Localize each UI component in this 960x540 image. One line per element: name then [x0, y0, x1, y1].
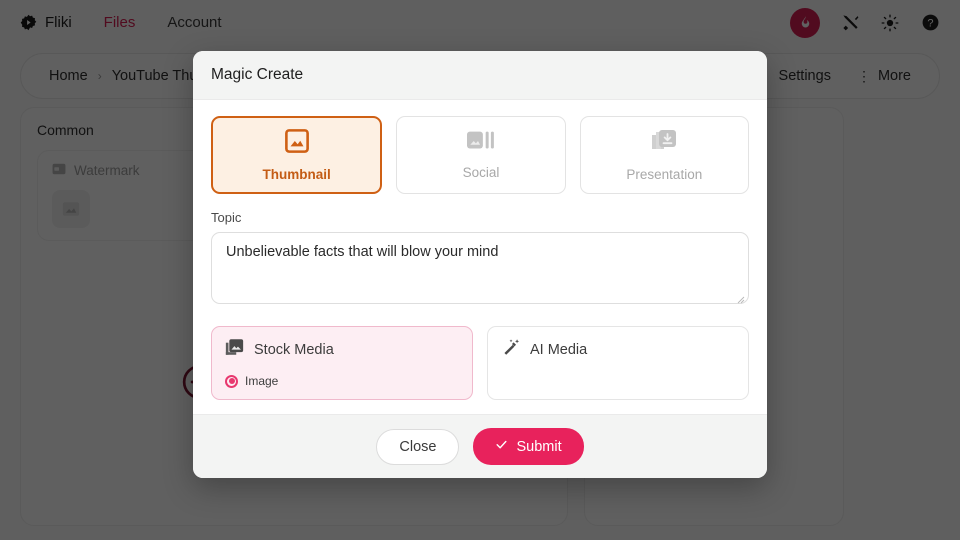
dialog-body: Thumbnail Social Presentation Topic Unbe… — [193, 100, 767, 414]
close-button[interactable]: Close — [376, 428, 460, 465]
carousel-icon — [466, 130, 495, 157]
type-option-thumbnail-label: Thumbnail — [262, 167, 331, 182]
dialog-footer: Close Submit — [193, 414, 767, 478]
topic-value: Unbelievable facts that will blow your m… — [226, 244, 499, 260]
media-option-stock-label: Stock Media — [254, 341, 334, 358]
media-option-stock[interactable]: Stock Media Image — [211, 326, 473, 400]
slides-download-icon — [650, 128, 678, 159]
topic-input[interactable]: Unbelievable facts that will blow your m… — [211, 232, 749, 304]
radio-icon — [225, 374, 238, 388]
type-option-presentation-label: Presentation — [626, 167, 703, 182]
type-option-social-label: Social — [462, 165, 500, 180]
media-source-selector: Stock Media Image AI Media — [211, 326, 749, 400]
stock-image-radio[interactable]: Image — [225, 374, 459, 388]
radio-dot — [228, 378, 235, 384]
magic-wand-icon — [501, 338, 520, 361]
image-frame-icon — [284, 128, 310, 159]
type-option-presentation[interactable]: Presentation — [579, 116, 749, 194]
stock-image-radio-label: Image — [245, 374, 279, 388]
resize-handle[interactable] — [737, 292, 745, 304]
media-option-ai[interactable]: AI Media — [487, 326, 749, 400]
submit-label: Submit — [516, 438, 562, 455]
stacked-images-icon — [225, 338, 244, 361]
submit-button[interactable]: Submit — [473, 428, 584, 465]
media-option-stock-head: Stock Media — [225, 338, 459, 361]
type-option-thumbnail[interactable]: Thumbnail — [211, 116, 383, 194]
topic-label: Topic — [211, 210, 242, 225]
media-option-ai-label: AI Media — [530, 341, 588, 358]
type-selector: Thumbnail Social Presentation — [211, 116, 749, 194]
check-icon — [495, 438, 508, 455]
type-option-social[interactable]: Social — [396, 116, 566, 194]
media-option-ai-head: AI Media — [501, 338, 735, 361]
dialog-title: Magic Create — [193, 51, 767, 100]
magic-create-dialog: Magic Create Thumbnail Social Presentati… — [193, 51, 767, 478]
